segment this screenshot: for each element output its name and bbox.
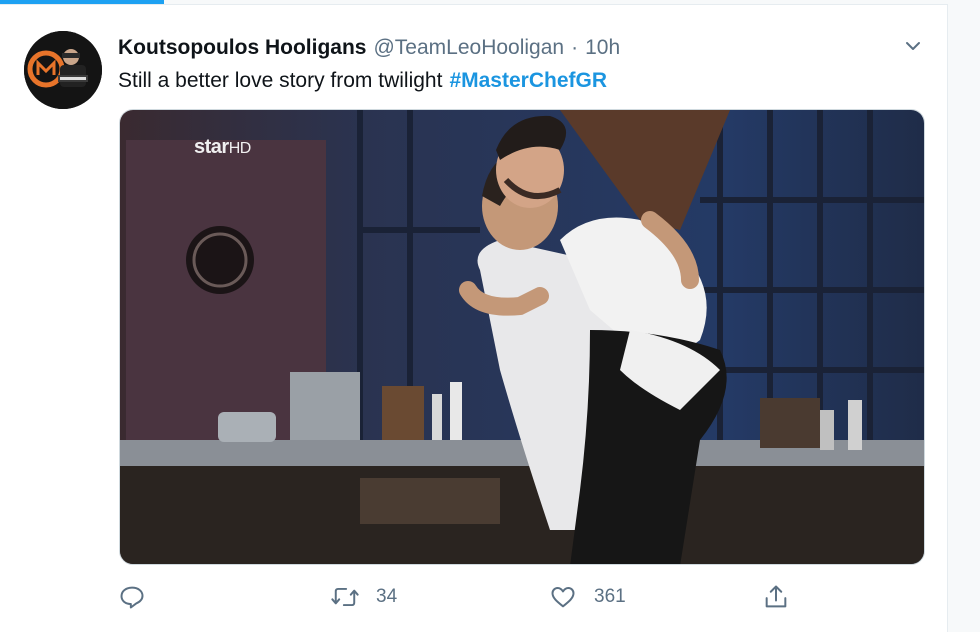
tweet-text: Still a better love story from twilight … xyxy=(118,65,607,97)
channel-logo: starHD xyxy=(194,136,251,159)
channel-logo-suffix: HD xyxy=(228,140,252,157)
channel-logo-main: star xyxy=(194,136,229,158)
heart-icon xyxy=(548,583,578,611)
reply-icon xyxy=(118,583,146,611)
like-count: 361 xyxy=(594,586,626,607)
author-handle[interactable]: @TeamLeoHooligan xyxy=(373,36,564,60)
chevron-down-icon xyxy=(903,36,923,61)
reply-button[interactable] xyxy=(118,577,146,617)
tweet-body: Still a better love story from twilight xyxy=(118,69,443,92)
tweet-media-image[interactable]: starHD xyxy=(119,109,925,565)
author-name[interactable]: Koutsopoulos Hooligans xyxy=(118,36,366,60)
separator-dot: · xyxy=(571,36,579,59)
share-icon xyxy=(762,583,790,611)
avatar[interactable] xyxy=(24,31,102,109)
tweet-header: Koutsopoulos Hooligans @TeamLeoHooligan … xyxy=(118,33,620,63)
tweet-timestamp[interactable]: 10h xyxy=(585,36,620,60)
like-button[interactable]: 361 xyxy=(548,577,626,617)
tweet-actions: 34 361 xyxy=(118,577,798,617)
share-button[interactable] xyxy=(762,577,790,617)
retweet-button[interactable]: 34 xyxy=(330,577,397,617)
retweet-count: 34 xyxy=(376,586,398,607)
tweet-card[interactable]: Koutsopoulos Hooligans @TeamLeoHooligan … xyxy=(0,5,948,632)
hashtag-link[interactable]: #MasterChefGR xyxy=(449,69,607,93)
more-options-button[interactable] xyxy=(898,33,928,63)
retweet-icon xyxy=(330,583,360,611)
